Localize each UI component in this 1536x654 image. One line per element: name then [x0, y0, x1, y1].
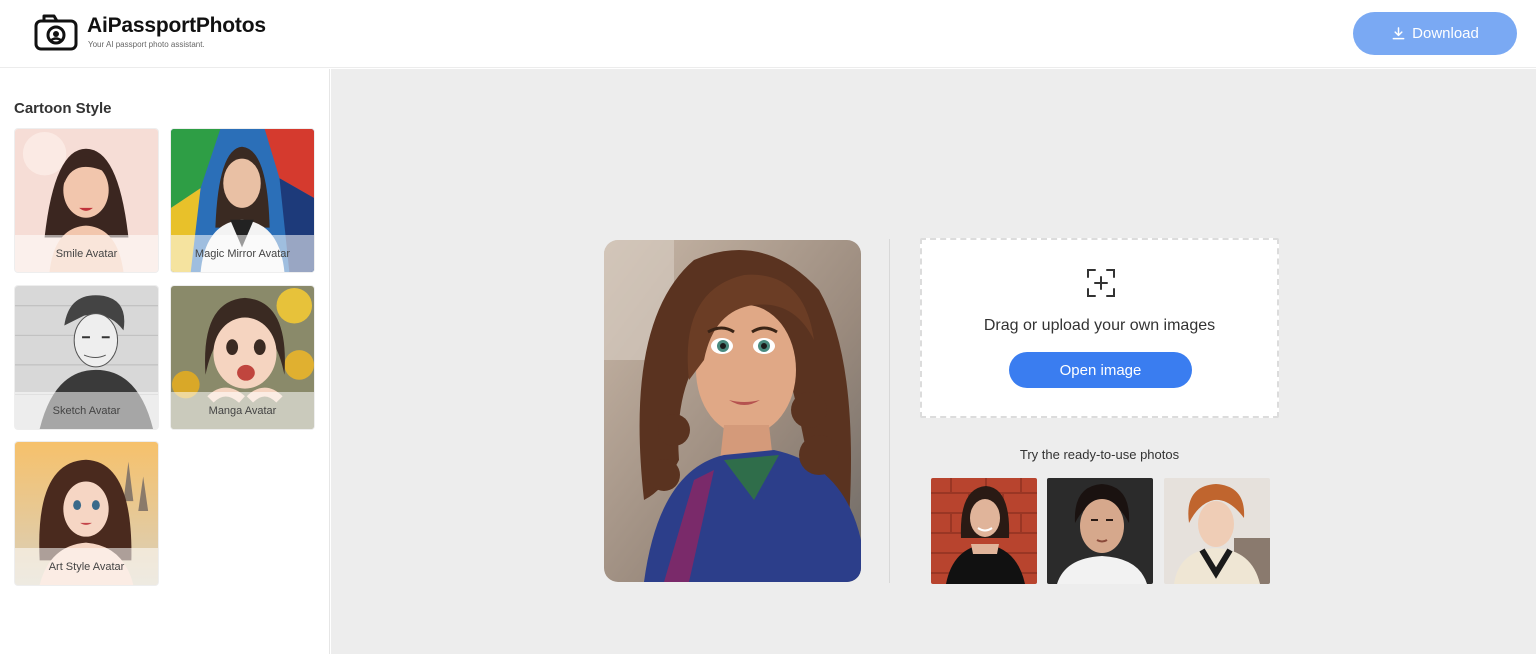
top-header: AiPassportPhotos Your AI passport photo …: [0, 0, 1536, 68]
style-card-manga-avatar[interactable]: Manga Avatar: [170, 285, 315, 430]
upload-dropzone[interactable]: Drag or upload your own images Open imag…: [920, 238, 1279, 418]
add-image-icon: [1087, 269, 1115, 297]
vertical-divider: [889, 239, 890, 583]
style-card-magic-mirror-avatar[interactable]: Magic Mirror Avatar: [170, 128, 315, 273]
style-sidebar: Cartoon Style Smile Avatar Magic Mirror …: [0, 69, 330, 654]
sample-photo-3[interactable]: [1164, 478, 1270, 584]
sample-photo-1[interactable]: [931, 478, 1037, 584]
style-card-sketch-avatar[interactable]: Sketch Avatar: [14, 285, 159, 430]
sample-result-image: [604, 240, 861, 582]
sample-photo-man-sweater: [1164, 478, 1270, 584]
style-label: Art Style Avatar: [15, 548, 158, 585]
download-button[interactable]: Download: [1353, 12, 1517, 55]
upload-instruction: Drag or upload your own images: [983, 317, 1216, 334]
style-label: Smile Avatar: [15, 235, 158, 272]
brand-tagline: Your AI passport photo assistant.: [88, 40, 205, 49]
camera-logo-icon[interactable]: [34, 13, 78, 51]
download-icon: [1392, 27, 1405, 40]
style-card-smile-avatar[interactable]: Smile Avatar: [14, 128, 159, 273]
sample-photos-heading: Try the ready-to-use photos: [1019, 447, 1180, 462]
style-label: Sketch Avatar: [15, 392, 158, 429]
section-title: Cartoon Style: [14, 100, 112, 117]
sample-photo-2[interactable]: [1047, 478, 1153, 584]
main-area: Drag or upload your own images Open imag…: [331, 69, 1536, 654]
brand-name[interactable]: AiPassportPhotos: [87, 14, 266, 38]
download-label: Download: [1412, 25, 1479, 42]
style-label: Manga Avatar: [171, 392, 314, 429]
sample-photo-woman-brick: [931, 478, 1037, 584]
sample-photo-man-dark: [1047, 478, 1153, 584]
style-label: Magic Mirror Avatar: [171, 235, 314, 272]
open-image-button[interactable]: Open image: [1009, 352, 1192, 388]
cartoon-portrait-image: [604, 240, 861, 582]
style-card-art-style-avatar[interactable]: Art Style Avatar: [14, 441, 159, 586]
